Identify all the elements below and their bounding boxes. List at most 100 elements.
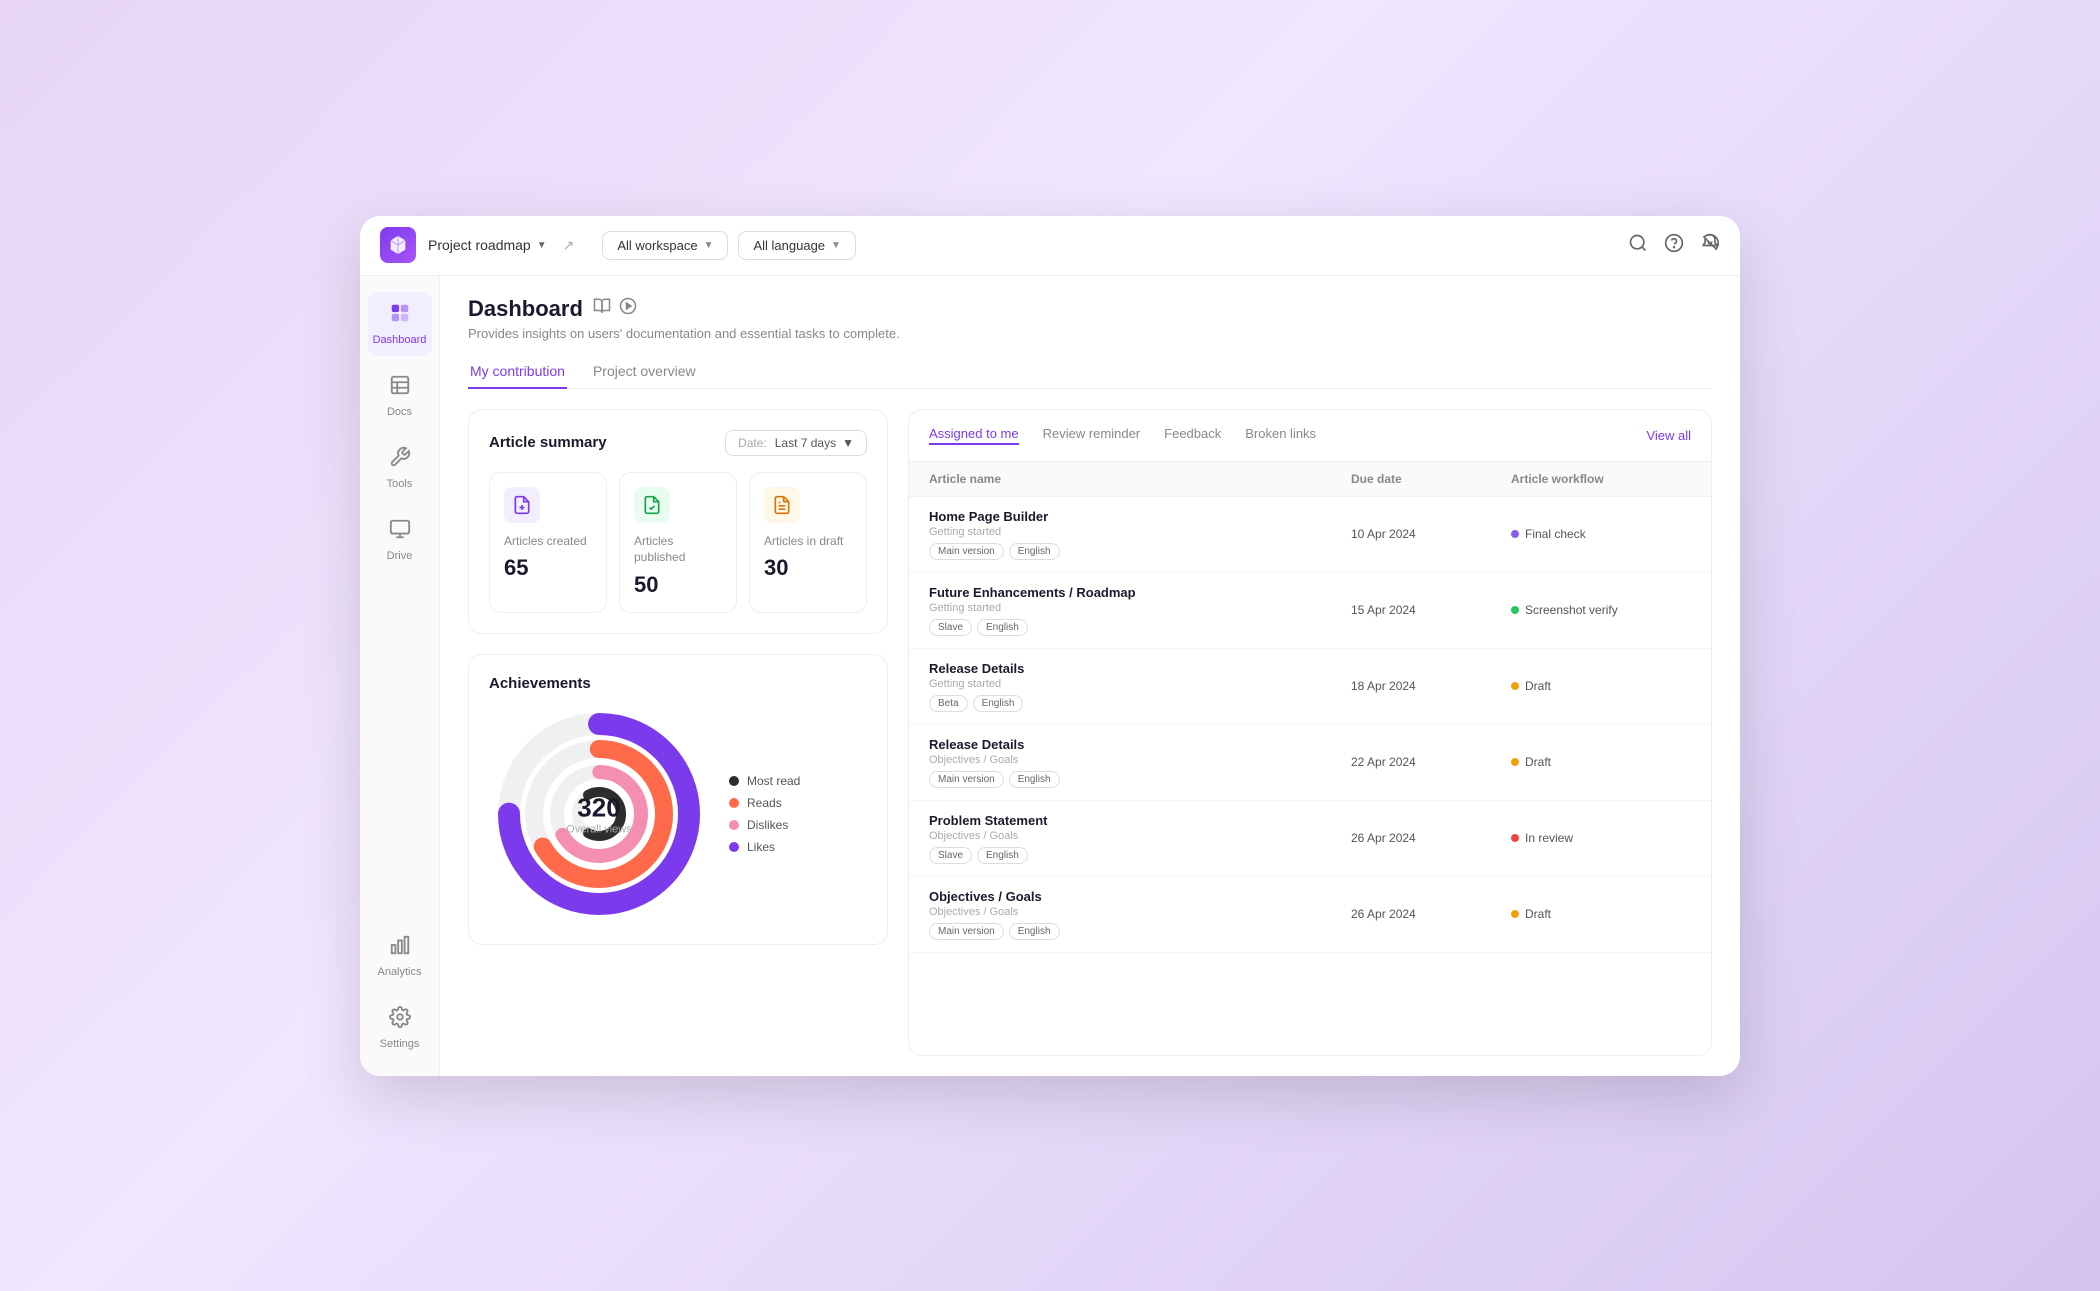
legend-dot-reads <box>729 798 739 808</box>
sidebar-item-docs[interactable]: Docs <box>368 364 432 428</box>
article-workflow-0: Final check <box>1511 527 1691 541</box>
book-icon[interactable] <box>593 297 611 320</box>
workspace-dropdown-arrow: ▼ <box>704 240 714 251</box>
card-header: Article summary Date: Last 7 days ▼ <box>489 430 867 456</box>
article-workflow-5: Draft <box>1511 907 1691 921</box>
table-row[interactable]: Problem Statement Objectives / Goals Sla… <box>909 801 1711 877</box>
article-due-date-4: 26 Apr 2024 <box>1351 831 1511 845</box>
sidebar-label-settings: Settings <box>380 1038 420 1050</box>
project-name[interactable]: Project roadmap ▼ <box>428 237 547 253</box>
workflow-dot-4 <box>1511 834 1519 842</box>
article-name-3: Release Details <box>929 737 1351 752</box>
sidebar-item-tools[interactable]: Tools <box>368 436 432 500</box>
achievements-title: Achievements <box>489 675 867 692</box>
article-info: Future Enhancements / Roadmap Getting st… <box>929 585 1351 636</box>
stat-value-draft: 30 <box>764 555 852 581</box>
help-icon[interactable] <box>1664 233 1684 258</box>
tools-icon <box>389 446 411 474</box>
right-card: Assigned to me Review reminder Feedback … <box>908 409 1712 1056</box>
stat-card-published: Articles published 50 <box>619 472 737 614</box>
table-row[interactable]: Release Details Getting started BetaEngl… <box>909 649 1711 725</box>
article-tags-0: Main versionEnglish <box>929 543 1351 560</box>
article-tags-3: Main version English <box>929 771 1351 788</box>
col-due-date: Due date <box>1351 472 1511 486</box>
article-name-4: Problem Statement <box>929 813 1351 828</box>
table-row[interactable]: Objectives / Goals Objectives / Goals Ma… <box>909 877 1711 953</box>
right-panel: Assigned to me Review reminder Feedback … <box>908 409 1712 1056</box>
article-tags-1: SlaveEnglish <box>929 619 1351 636</box>
stat-label-created: Articles created <box>504 533 592 550</box>
notifications-icon[interactable] <box>1700 233 1720 258</box>
legend-reads: Reads <box>729 796 800 810</box>
article-section-0: Getting started <box>929 526 1351 538</box>
date-value: Last 7 days <box>775 436 836 450</box>
sidebar-label-tools: Tools <box>387 478 413 490</box>
workflow-dot-1 <box>1511 606 1519 614</box>
achievements-card: Achievements <box>468 654 888 945</box>
col-workflow: Article workflow <box>1511 472 1691 486</box>
tab-feedback[interactable]: Feedback <box>1164 426 1221 445</box>
article-tag: English <box>1009 771 1060 788</box>
right-card-header: Assigned to me Review reminder Feedback … <box>909 410 1711 462</box>
workspace-filter[interactable]: All workspace ▼ <box>602 231 728 260</box>
article-info: Objectives / Goals Objectives / Goals Ma… <box>929 889 1351 940</box>
content-grid: Article summary Date: Last 7 days ▼ <box>440 389 1740 1076</box>
article-info: Release Details Objectives / Goals Main … <box>929 737 1351 788</box>
legend-dot-dislikes <box>729 820 739 830</box>
sidebar-item-settings[interactable]: Settings <box>368 996 432 1060</box>
app-container: Project roadmap ▼ ↗ All workspace ▼ All … <box>360 216 1740 1076</box>
article-tag: Main version <box>929 771 1004 788</box>
article-due-date-1: 15 Apr 2024 <box>1351 603 1511 617</box>
stat-value-created: 65 <box>504 555 592 581</box>
page-tabs: My contribution Project overview <box>468 355 1712 389</box>
page-subtitle: Provides insights on users' documentatio… <box>468 326 1712 341</box>
tab-assigned-to-me[interactable]: Assigned to me <box>929 426 1019 445</box>
date-filter-btn[interactable]: Date: Last 7 days ▼ <box>725 430 867 456</box>
article-tag: Slave <box>929 619 972 636</box>
tab-review-reminder[interactable]: Review reminder <box>1043 426 1141 445</box>
donut-center: 320 Overall views <box>566 793 631 836</box>
top-bar: Project roadmap ▼ ↗ All workspace ▼ All … <box>360 216 1740 276</box>
search-icon[interactable] <box>1628 233 1648 258</box>
page-title-row: Dashboard <box>468 296 1712 322</box>
settings-icon <box>389 1006 411 1034</box>
stat-icon-published <box>634 487 670 523</box>
tab-my-contribution[interactable]: My contribution <box>468 355 567 389</box>
view-all-link[interactable]: View all <box>1646 428 1691 443</box>
play-icon[interactable] <box>619 297 637 320</box>
workflow-dot-0 <box>1511 530 1519 538</box>
workflow-dot-2 <box>1511 682 1519 690</box>
top-bar-filters: All workspace ▼ All language ▼ <box>602 231 856 260</box>
drive-icon <box>389 518 411 546</box>
sidebar-item-drive[interactable]: Drive <box>368 508 432 572</box>
stat-icon-draft <box>764 487 800 523</box>
sidebar-label-docs: Docs <box>387 406 412 418</box>
table-row[interactable]: Home Page Builder Getting started Main v… <box>909 497 1711 573</box>
article-tag: Slave <box>929 847 972 864</box>
sidebar-item-analytics[interactable]: Analytics <box>368 924 432 988</box>
app-logo <box>380 227 416 263</box>
page-header: Dashboard Provides insights on users' do… <box>440 276 1740 389</box>
page-title: Dashboard <box>468 296 583 322</box>
article-workflow-3: Draft <box>1511 755 1691 769</box>
article-summary-title: Article summary <box>489 434 607 451</box>
legend-dot-most-read <box>729 776 739 786</box>
table-row[interactable]: Future Enhancements / Roadmap Getting st… <box>909 573 1711 649</box>
article-workflow-2: Draft <box>1511 679 1691 693</box>
article-name-0: Home Page Builder <box>929 509 1351 524</box>
col-article-name: Article name <box>929 472 1351 486</box>
date-label: Date: <box>738 436 767 450</box>
article-section-5: Objectives / Goals <box>929 906 1351 918</box>
table-row[interactable]: Release Details Objectives / Goals Main … <box>909 725 1711 801</box>
workflow-dot-3 <box>1511 758 1519 766</box>
article-section-3: Objectives / Goals <box>929 754 1351 766</box>
page-title-icons <box>593 297 637 320</box>
tab-broken-links[interactable]: Broken links <box>1245 426 1316 445</box>
sidebar-item-dashboard[interactable]: Dashboard <box>368 292 432 356</box>
tab-project-overview[interactable]: Project overview <box>591 355 698 389</box>
article-tags-5: Main versionEnglish <box>929 923 1351 940</box>
language-filter[interactable]: All language ▼ <box>738 231 855 260</box>
legend-dot-likes <box>729 842 739 852</box>
external-link-icon[interactable]: ↗ <box>563 237 575 254</box>
main-layout: Dashboard Docs Tools Drive <box>360 276 1740 1076</box>
